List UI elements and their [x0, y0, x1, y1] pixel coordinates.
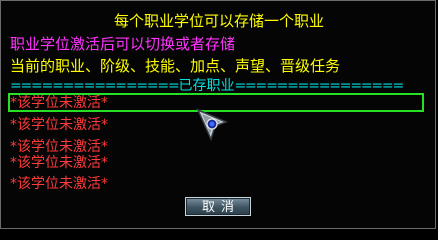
- divider-right-rule: ================: [234, 78, 405, 94]
- info-text-stored-items: 当前的职业、阶级、技能、加点、声望、晋级任务: [10, 57, 341, 75]
- job-slot-1[interactable]: *该学位未激活*: [10, 94, 310, 112]
- mouse-pointer-cursor-icon: [196, 108, 229, 142]
- dialog-title: 每个职业学位可以存储一个职业: [113, 12, 324, 30]
- info-text-activation: 职业学位激活后可以切换或者存储: [10, 35, 236, 53]
- cancel-button[interactable]: 取消: [185, 197, 251, 216]
- divider-label: 已存职业: [178, 78, 235, 94]
- job-slot-4[interactable]: *该学位未激活*: [10, 154, 310, 172]
- job-slot-5[interactable]: *该学位未激活*: [10, 175, 310, 193]
- divider-left-rule: ================: [10, 78, 180, 94]
- job-slot-2[interactable]: *该学位未激活*: [10, 116, 310, 134]
